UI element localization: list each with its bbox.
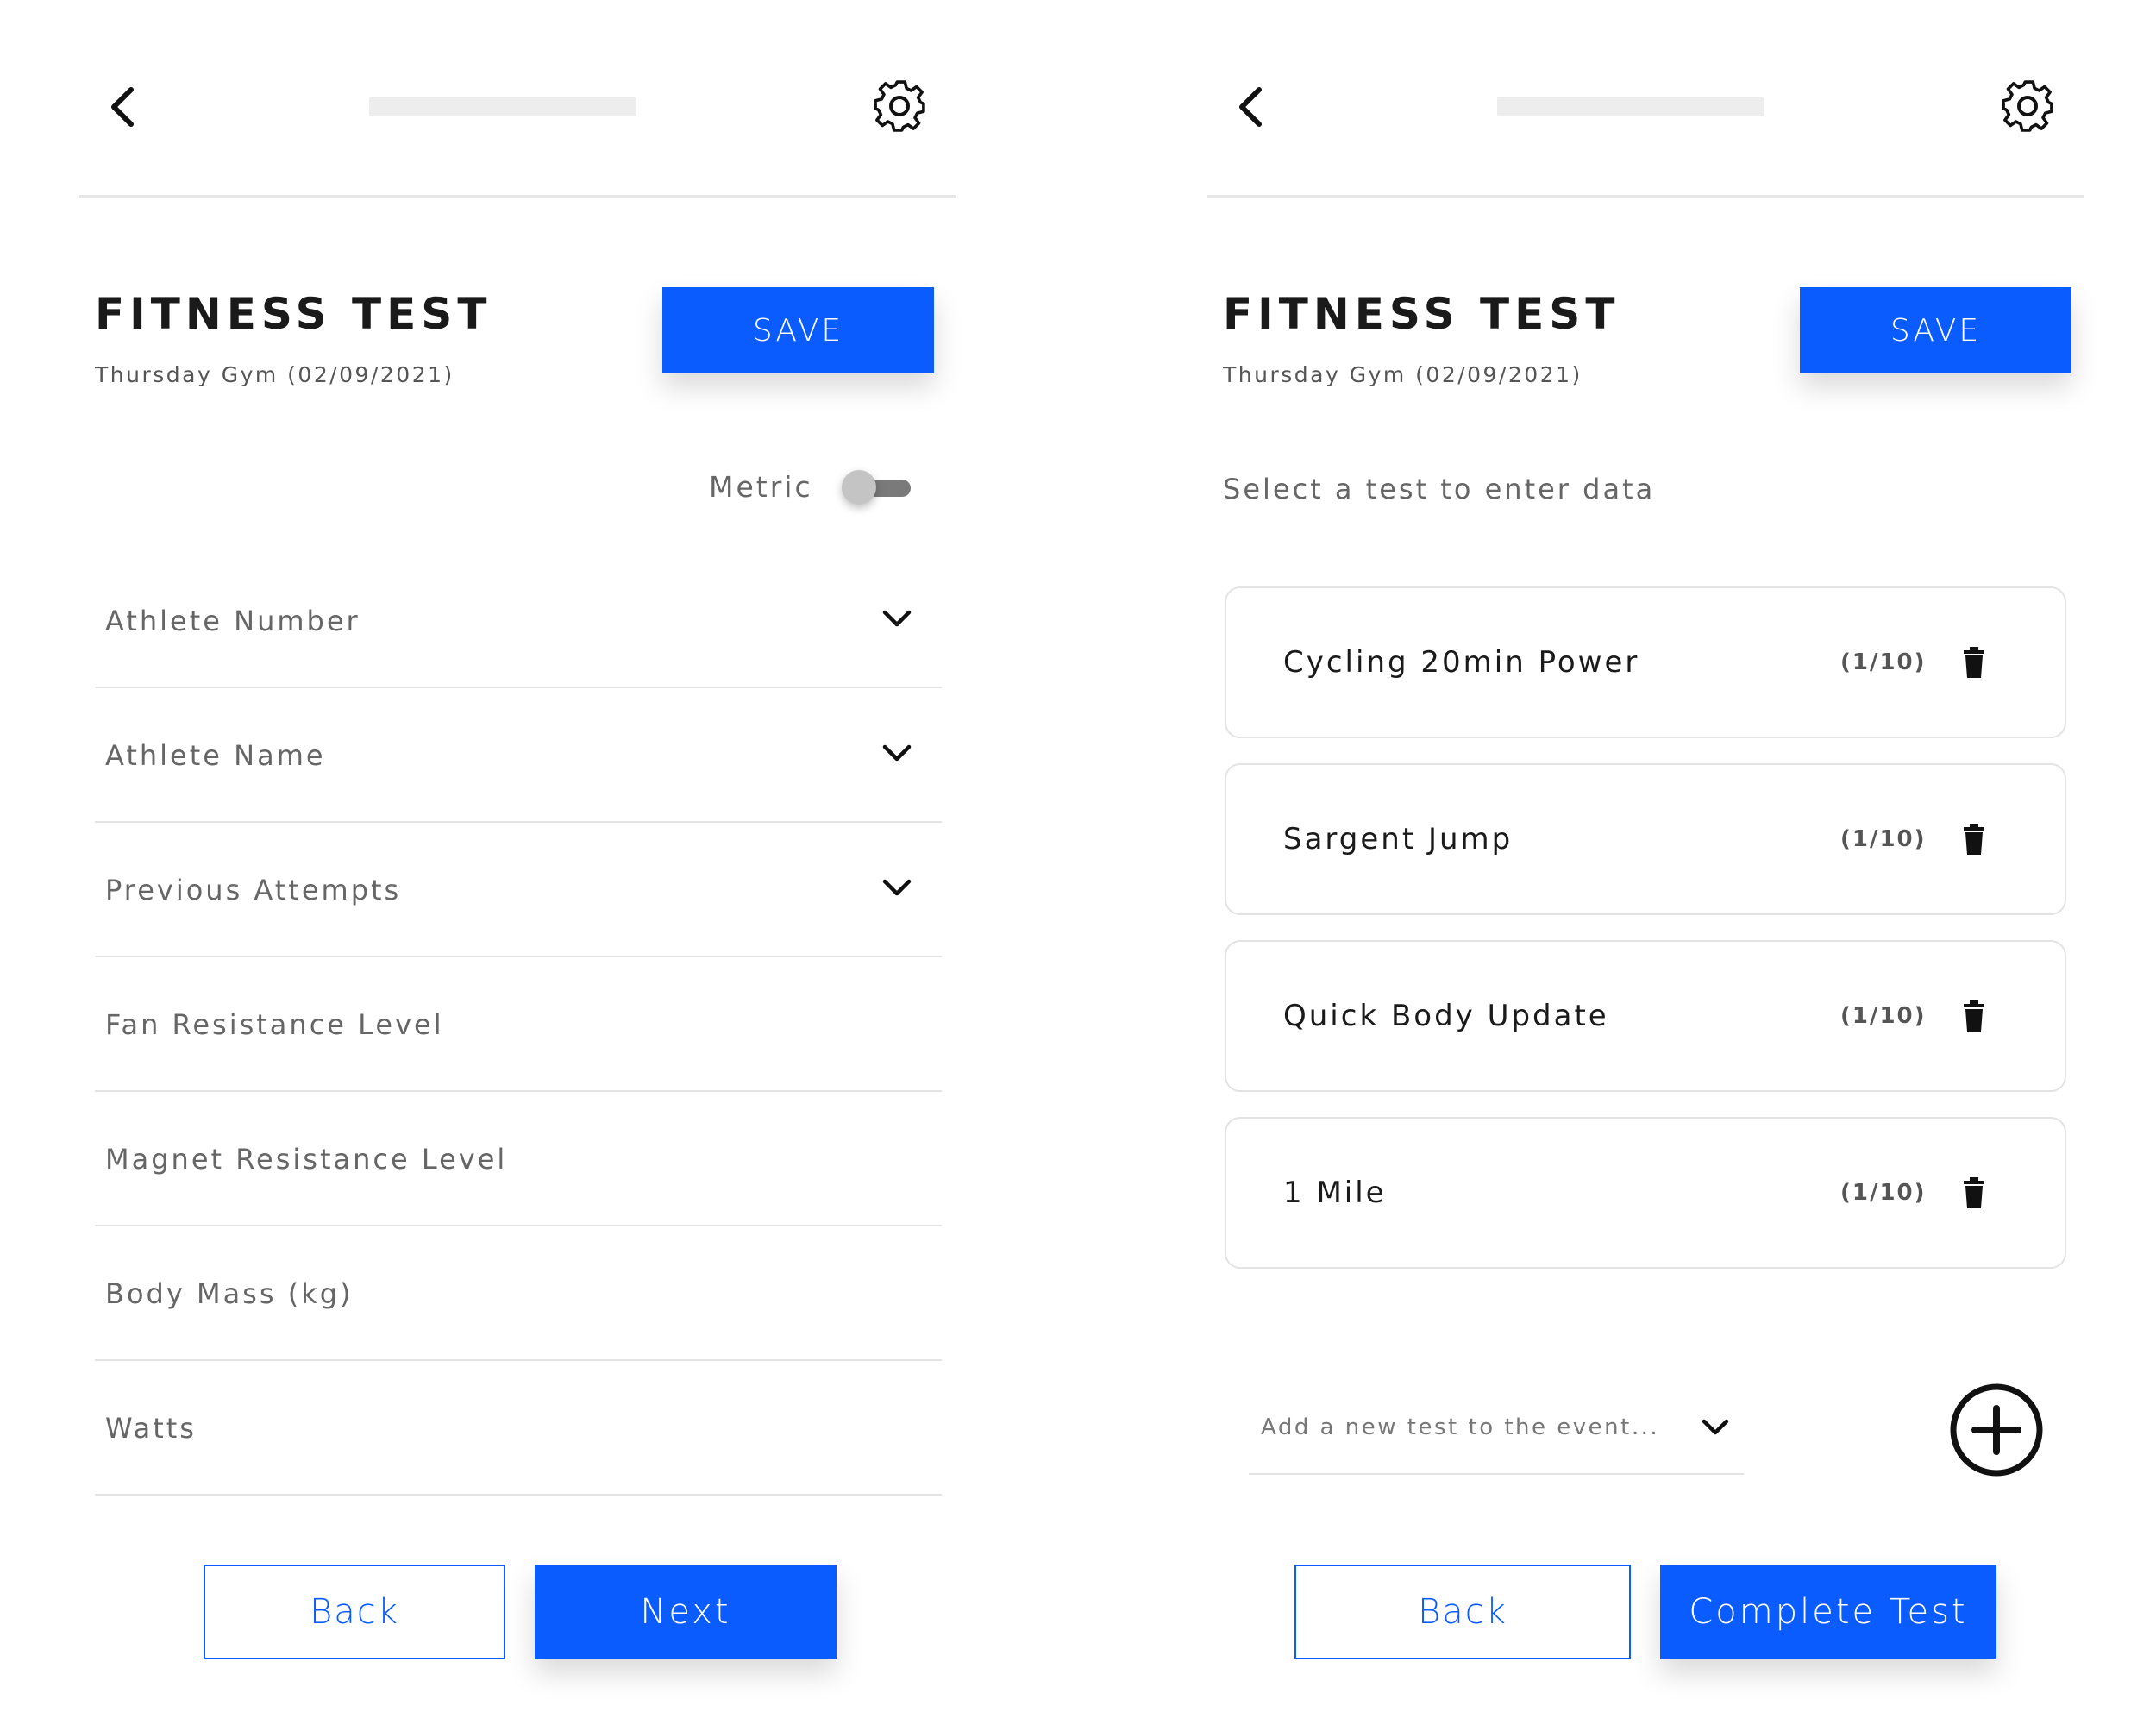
test-name: Cycling 20min Power — [1283, 645, 1640, 680]
chevron-left-icon[interactable] — [107, 85, 138, 129]
save-button[interactable]: SAVE — [1800, 287, 2071, 373]
header-title-placeholder — [369, 97, 636, 116]
save-button[interactable]: SAVE — [662, 287, 934, 373]
page-subtitle: Thursday Gym (02/09/2021) — [1223, 362, 1583, 387]
add-test-placeholder: Add a new test to the event... — [1261, 1414, 1660, 1440]
test-card-cycling-20min-power[interactable]: Cycling 20min Power (1/10) — [1225, 586, 2066, 738]
test-count: (1/10) — [1840, 826, 1927, 852]
page-title: FITNESS TEST — [95, 289, 492, 339]
header-divider — [1207, 195, 2084, 198]
trash-icon[interactable] — [1961, 1177, 1987, 1208]
previous-attempts-select[interactable]: Previous Attempts — [95, 823, 942, 957]
page-subtitle: Thursday Gym (02/09/2021) — [95, 362, 454, 387]
test-name: 1 Mile — [1283, 1176, 1387, 1210]
field-label: Athlete Name — [105, 739, 326, 772]
fitness-test-entry-screen: FITNESS TEST Thursday Gym (02/09/2021) S… — [0, 0, 1078, 1731]
test-card-sargent-jump[interactable]: Sargent Jump (1/10) — [1225, 763, 2066, 915]
chevron-down-icon — [882, 744, 912, 762]
chevron-down-icon — [882, 610, 912, 627]
trash-icon[interactable] — [1961, 824, 1987, 855]
athlete-name-select[interactable]: Athlete Name — [95, 688, 942, 823]
test-count: (1/10) — [1840, 649, 1927, 675]
field-label: Magnet Resistance Level — [105, 1143, 508, 1176]
field-label: Fan Resistance Level — [105, 1008, 444, 1041]
chevron-down-icon — [882, 879, 912, 896]
fitness-test-select-screen: FITNESS TEST Thursday Gym (02/09/2021) S… — [1078, 0, 2156, 1731]
toggle-knob — [842, 470, 876, 505]
back-button[interactable]: Back — [204, 1565, 505, 1659]
page-title: FITNESS TEST — [1223, 289, 1620, 339]
test-count: (1/10) — [1840, 1180, 1927, 1206]
trash-icon[interactable] — [1961, 1000, 1987, 1032]
gear-icon[interactable] — [1999, 78, 2056, 135]
athlete-number-select[interactable]: Athlete Number — [95, 554, 942, 688]
test-name: Quick Body Update — [1283, 999, 1609, 1033]
test-count: (1/10) — [1840, 1003, 1927, 1029]
header-divider — [79, 195, 956, 198]
watts-input[interactable]: Watts — [95, 1361, 942, 1496]
fan-resistance-input[interactable]: Fan Resistance Level — [95, 957, 942, 1092]
field-label: Body Mass (kg) — [105, 1277, 354, 1310]
test-name: Sargent Jump — [1283, 822, 1514, 856]
magnet-resistance-input[interactable]: Magnet Resistance Level — [95, 1092, 942, 1226]
add-test-plus-icon[interactable] — [1949, 1383, 2044, 1477]
field-label: Previous Attempts — [105, 874, 402, 906]
trash-icon[interactable] — [1961, 647, 1987, 678]
test-card-1-mile[interactable]: 1 Mile (1/10) — [1225, 1117, 2066, 1269]
back-button[interactable]: Back — [1294, 1565, 1631, 1659]
add-test-select[interactable]: Add a new test to the event... — [1249, 1363, 1744, 1475]
body-mass-input[interactable]: Body Mass (kg) — [95, 1226, 942, 1361]
gear-icon[interactable] — [871, 78, 928, 135]
test-card-quick-body-update[interactable]: Quick Body Update (1/10) — [1225, 940, 2066, 1092]
metric-toggle[interactable] — [842, 470, 914, 505]
chevron-down-icon — [1702, 1419, 1729, 1435]
instruction-text: Select a test to enter data — [1223, 473, 1656, 505]
next-button[interactable]: Next — [535, 1565, 837, 1659]
complete-test-button[interactable]: Complete Test — [1660, 1565, 1996, 1659]
field-label: Watts — [105, 1412, 197, 1445]
field-label: Athlete Number — [105, 605, 360, 637]
chevron-left-icon[interactable] — [1235, 85, 1266, 129]
header-title-placeholder — [1497, 97, 1764, 116]
metric-toggle-label: Metric — [709, 470, 813, 504]
